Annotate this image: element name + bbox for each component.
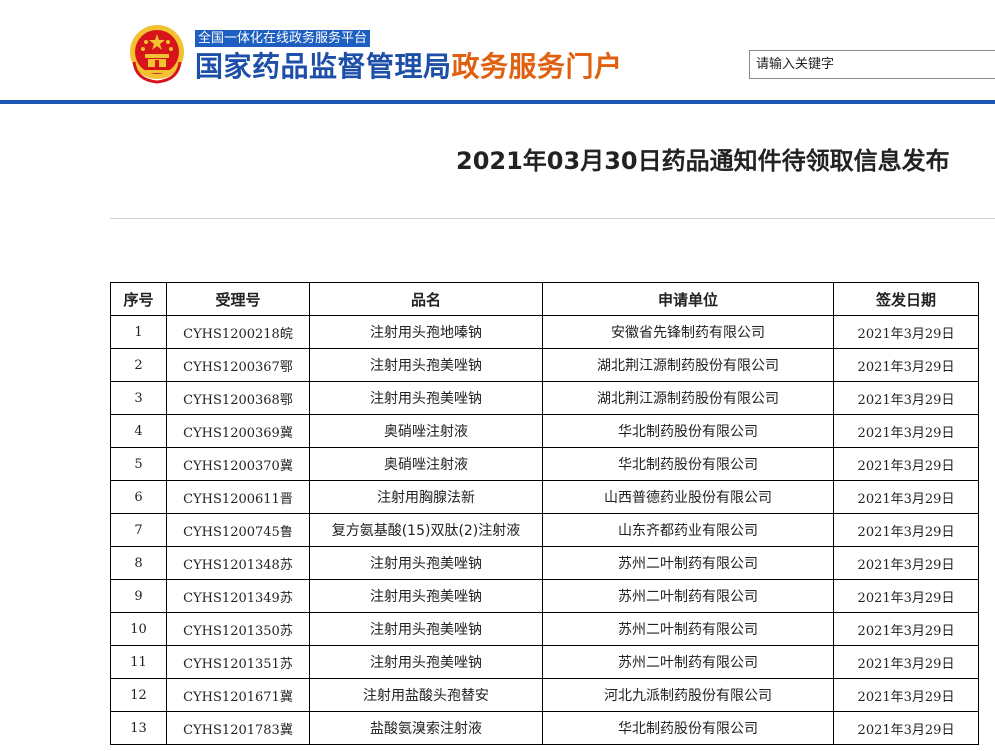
cell-seq: 3 [110, 381, 167, 415]
cell-seq: 13 [110, 711, 167, 745]
cell-seq: 9 [110, 579, 167, 613]
cell-acceptance-no: CYHS1200611晋 [166, 480, 310, 514]
cell-issue-date: 2021年3月29日 [833, 447, 979, 481]
cell-seq: 5 [110, 447, 167, 481]
cell-issue-date: 2021年3月29日 [833, 579, 979, 613]
cell-applicant: 苏州二叶制药有限公司 [542, 579, 834, 613]
page-title: 2021年03月30日药品通知件待领取信息发布 [456, 147, 950, 175]
cell-acceptance-no: CYHS1200218皖 [166, 315, 310, 349]
cell-acceptance-no: CYHS1200370冀 [166, 447, 310, 481]
cell-applicant: 苏州二叶制药有限公司 [542, 546, 834, 580]
cell-product-name: 注射用头孢美唑钠 [309, 645, 543, 679]
notice-table: 序号 受理号 品名 申请单位 签发日期 1 CYHS1200218皖 注射用头孢地嗪… [110, 282, 979, 745]
cell-acceptance-no: CYHS1200368鄂 [166, 381, 310, 415]
search-input[interactable] [749, 50, 995, 79]
table-row: 1 CYHS1200218皖 注射用头孢地嗪钠 安徽省先锋制药有限公司 2021年3月2… [110, 315, 979, 349]
cell-product-name: 复方氨基酸(15)双肽(2)注射液 [309, 513, 543, 547]
cell-issue-date: 2021年3月29日 [833, 480, 979, 514]
cell-seq: 10 [110, 612, 167, 646]
table-row: 13 CYHS1201783冀 盐酸氨溴索注射液 华北制药股份有限公司 2021年3月2… [110, 711, 979, 745]
cell-seq: 11 [110, 645, 167, 679]
cell-applicant: 苏州二叶制药有限公司 [542, 612, 834, 646]
table-row: 4 CYHS1200369冀 奥硝唑注射液 华北制药股份有限公司 2021年3月29日 [110, 414, 979, 448]
cell-applicant: 湖北荆江源制药股份有限公司 [542, 381, 834, 415]
table-row: 3 CYHS1200368鄂 注射用头孢美唑钠 湖北荆江源制药股份有限公司 2021年3… [110, 381, 979, 415]
column-header-seq: 序号 [110, 282, 167, 316]
header-divider [0, 100, 995, 104]
cell-applicant: 华北制药股份有限公司 [542, 711, 834, 745]
cell-seq: 12 [110, 678, 167, 712]
title-divider [110, 218, 995, 219]
table-row: 8 CYHS1201348苏 注射用头孢美唑钠 苏州二叶制药有限公司 2021年3月29… [110, 546, 979, 580]
table-row: 11 CYHS1201351苏 注射用头孢美唑钠 苏州二叶制药有限公司 2021年3月2… [110, 645, 979, 679]
cell-product-name: 注射用头孢地嗪钠 [309, 315, 543, 349]
cell-applicant: 山西普德药业股份有限公司 [542, 480, 834, 514]
cell-issue-date: 2021年3月29日 [833, 414, 979, 448]
cell-applicant: 河北九派制药股份有限公司 [542, 678, 834, 712]
cell-seq: 2 [110, 348, 167, 382]
cell-product-name: 注射用盐酸头孢替安 [309, 678, 543, 712]
cell-product-name: 注射用头孢美唑钠 [309, 579, 543, 613]
cell-issue-date: 2021年3月29日 [833, 711, 979, 745]
cell-acceptance-no: CYHS1200369冀 [166, 414, 310, 448]
table-row: 10 CYHS1201350苏 注射用头孢美唑钠 苏州二叶制药有限公司 2021年3月2… [110, 612, 979, 646]
cell-seq: 8 [110, 546, 167, 580]
portal-title-portal: 政务服务门户 [451, 50, 623, 83]
cell-issue-date: 2021年3月29日 [833, 645, 979, 679]
cell-product-name: 注射用头孢美唑钠 [309, 381, 543, 415]
portal-title-agency: 国家药品监督管理局 [195, 50, 452, 83]
cell-acceptance-no: CYHS1201351苏 [166, 645, 310, 679]
cell-product-name: 注射用头孢美唑钠 [309, 348, 543, 382]
cell-issue-date: 2021年3月29日 [833, 315, 979, 349]
cell-seq: 1 [110, 315, 167, 349]
cell-seq: 4 [110, 414, 167, 448]
table-row: 5 CYHS1200370冀 奥硝唑注射液 华北制药股份有限公司 2021年3月29日 [110, 447, 979, 481]
cell-seq: 6 [110, 480, 167, 514]
table-row: 9 CYHS1201349苏 注射用头孢美唑钠 苏州二叶制药有限公司 2021年3月29… [110, 579, 979, 613]
cell-issue-date: 2021年3月29日 [833, 381, 979, 415]
site-header: 全国一体化在线政务服务平台 国家药品监督管理局政务服务门户 [0, 0, 995, 106]
cell-product-name: 注射用头孢美唑钠 [309, 612, 543, 646]
cell-product-name: 盐酸氨溴索注射液 [309, 711, 543, 745]
column-header-applicant: 申请单位 [542, 282, 834, 316]
table-body: 1 CYHS1200218皖 注射用头孢地嗪钠 安徽省先锋制药有限公司 2021年3月2… [110, 315, 979, 745]
cell-acceptance-no: CYHS1200745鲁 [166, 513, 310, 547]
cell-applicant: 华北制药股份有限公司 [542, 447, 834, 481]
cell-issue-date: 2021年3月29日 [833, 513, 979, 547]
cell-acceptance-no: CYHS1201671冀 [166, 678, 310, 712]
table-header-row: 序号 受理号 品名 申请单位 签发日期 [110, 282, 979, 316]
column-header-acceptance-no: 受理号 [166, 282, 310, 316]
national-emblem-icon [130, 25, 184, 84]
cell-applicant: 湖北荆江源制药股份有限公司 [542, 348, 834, 382]
cell-issue-date: 2021年3月29日 [833, 348, 979, 382]
portal-title[interactable]: 国家药品监督管理局政务服务门户 [195, 50, 623, 84]
table-row: 12 CYHS1201671冀 注射用盐酸头孢替安 河北九派制药股份有限公司 2021年… [110, 678, 979, 712]
column-header-issue-date: 签发日期 [833, 282, 979, 316]
cell-acceptance-no: CYHS1201783冀 [166, 711, 310, 745]
cell-issue-date: 2021年3月29日 [833, 678, 979, 712]
cell-issue-date: 2021年3月29日 [833, 546, 979, 580]
cell-seq: 7 [110, 513, 167, 547]
cell-issue-date: 2021年3月29日 [833, 612, 979, 646]
cell-applicant: 华北制药股份有限公司 [542, 414, 834, 448]
column-header-product-name: 品名 [309, 282, 543, 316]
cell-acceptance-no: CYHS1200367鄂 [166, 348, 310, 382]
cell-product-name: 奥硝唑注射液 [309, 414, 543, 448]
table-row: 6 CYHS1200611晋 注射用胸腺法新 山西普德药业股份有限公司 2021年3月2… [110, 480, 979, 514]
cell-applicant: 苏州二叶制药有限公司 [542, 645, 834, 679]
cell-product-name: 注射用胸腺法新 [309, 480, 543, 514]
cell-acceptance-no: CYHS1201350苏 [166, 612, 310, 646]
platform-tag[interactable]: 全国一体化在线政务服务平台 [195, 30, 371, 47]
cell-applicant: 山东齐都药业有限公司 [542, 513, 834, 547]
cell-acceptance-no: CYHS1201349苏 [166, 579, 310, 613]
table-row: 7 CYHS1200745鲁 复方氨基酸(15)双肽(2)注射液 山东齐都药业有限公司… [110, 513, 979, 547]
cell-acceptance-no: CYHS1201348苏 [166, 546, 310, 580]
table-row: 2 CYHS1200367鄂 注射用头孢美唑钠 湖北荆江源制药股份有限公司 2021年3… [110, 348, 979, 382]
cell-applicant: 安徽省先锋制药有限公司 [542, 315, 834, 349]
cell-product-name: 注射用头孢美唑钠 [309, 546, 543, 580]
cell-product-name: 奥硝唑注射液 [309, 447, 543, 481]
